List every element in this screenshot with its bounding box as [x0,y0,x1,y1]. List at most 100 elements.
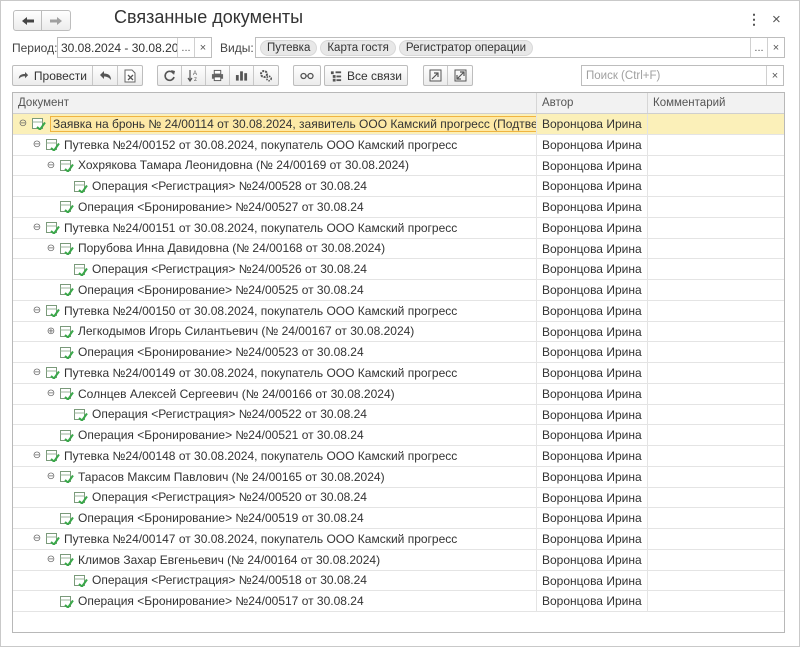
document-cell[interactable]: ⊖ Климов Захар Евгеньевич (№ 24/00164 от … [13,549,537,570]
search-clear-button[interactable]: × [766,66,783,85]
table-row[interactable]: Операция <Бронирование> №24/00525 от 30.… [13,280,784,301]
collapse-node-icon[interactable]: ⊖ [31,305,43,316]
table-row[interactable]: ⊖ Заявка на бронь № 24/00114 от 30.08.202… [13,114,784,135]
table-row[interactable]: ⊖ Тарасов Максим Павлович (№ 24/00165 от … [13,466,784,488]
document-cell[interactable]: ⊖ Путевка №24/00151 от 30.08.2024, покупа… [13,217,537,238]
period-value[interactable]: 30.08.2024 - 30.08.2024 [58,41,177,55]
close-icon[interactable]: × [772,11,781,28]
document-name[interactable]: Тарасов Максим Павлович (№ 24/00165 от 3… [78,470,385,484]
kind-tag[interactable]: Регистратор операции [398,39,534,56]
table-row[interactable]: ⊖ Климов Захар Евгеньевич (№ 24/00164 от … [13,549,784,571]
document-cell[interactable]: Операция <Бронирование> №24/00519 от 30.… [13,508,537,528]
expand-node-icon[interactable]: ⊕ [45,326,57,337]
collapse-all-button[interactable] [424,66,448,85]
table-row[interactable]: Операция <Регистрация> №24/00526 от 30.0… [13,259,784,280]
collapse-node-icon[interactable]: ⊖ [31,367,43,378]
document-cell[interactable]: Операция <Бронирование> №24/00527 от 30.… [13,197,537,217]
undo-posting-button[interactable] [93,66,118,85]
document-cell[interactable]: ⊖ Путевка №24/00149 от 30.08.2024, покупа… [13,363,537,383]
table-row[interactable]: Операция <Регистрация> №24/00518 от 30.0… [13,570,784,592]
settings-button[interactable] [254,66,278,85]
document-cell[interactable]: Операция <Регистрация> №24/00518 от 30.0… [13,570,537,591]
table-row[interactable]: Операция <Бронирование> №24/00523 от 30.… [13,342,784,363]
document-cell[interactable]: Операция <Регистрация> №24/00526 от 30.0… [13,259,537,279]
print-button[interactable] [206,66,230,85]
document-name[interactable]: Путевка №24/00147 от 30.08.2024, покупат… [64,532,457,546]
kind-tag[interactable]: Карта гостя [320,39,396,56]
period-clear-button[interactable]: × [194,38,211,57]
document-name[interactable]: Операция <Бронирование> №24/00527 от 30.… [78,200,364,214]
document-name[interactable]: Операция <Регистрация> №24/00518 от 30.0… [92,573,367,587]
document-cell[interactable]: ⊖ Путевка №24/00152 от 30.08.2024, покупа… [13,134,537,155]
collapse-node-icon[interactable]: ⊖ [17,118,29,129]
document-name[interactable]: Операция <Регистрация> №24/00528 от 30.0… [92,179,367,193]
document-name[interactable]: Путевка №24/00149 от 30.08.2024, покупат… [64,366,457,380]
document-name[interactable]: Операция <Регистрация> №24/00520 от 30.0… [92,490,367,504]
table-row[interactable]: Операция <Регистрация> №24/00522 от 30.0… [13,404,784,426]
document-cell[interactable]: Операция <Бронирование> №24/00521 от 30.… [13,425,537,445]
table-row[interactable]: Операция <Бронирование> №24/00527 от 30.… [13,197,784,218]
unpost-button[interactable] [118,66,142,85]
collapse-node-icon[interactable]: ⊖ [31,533,43,544]
table-row[interactable]: ⊖ Порубова Инна Давидовна (№ 24/00168 от … [13,238,784,260]
document-cell[interactable]: ⊖ Порубова Инна Давидовна (№ 24/00168 от … [13,238,537,259]
column-header-author[interactable]: Автор [537,93,648,113]
kinds-clear-button[interactable]: × [767,38,784,57]
document-name[interactable]: Операция <Регистрация> №24/00526 от 30.0… [92,262,367,276]
document-name[interactable]: Операция <Бронирование> №24/00519 от 30.… [78,511,364,525]
collapse-node-icon[interactable]: ⊖ [31,222,43,233]
document-cell[interactable]: ⊖ Хохрякова Тамара Леонидовна (№ 24/00169… [13,155,537,176]
document-name[interactable]: Операция <Бронирование> №24/00523 от 30.… [78,345,364,359]
more-actions-icon[interactable]: ⋮ [747,11,761,28]
table-row[interactable]: Операция <Бронирование> №24/00517 от 30.… [13,591,784,612]
period-field[interactable]: 30.08.2024 - 30.08.2024 ... × [57,37,212,58]
report-button[interactable] [230,66,254,85]
document-name[interactable]: Путевка №24/00148 от 30.08.2024, покупат… [64,449,457,463]
search-box[interactable]: × [581,65,784,86]
search-input[interactable] [582,68,766,83]
table-row[interactable]: Операция <Регистрация> №24/00528 от 30.0… [13,176,784,197]
collapse-node-icon[interactable]: ⊖ [45,554,57,565]
table-row[interactable]: ⊖ Путевка №24/00152 от 30.08.2024, покупа… [13,134,784,156]
table-row[interactable]: ⊖ Путевка №24/00150 от 30.08.2024, покупа… [13,300,784,322]
document-cell[interactable]: Операция <Регистрация> №24/00528 от 30.0… [13,176,537,196]
table-row[interactable]: Операция <Бронирование> №24/00521 от 30.… [13,425,784,446]
view-mode-button[interactable] [294,66,320,85]
table-row[interactable]: ⊖ Путевка №24/00148 от 30.08.2024, покупа… [13,446,784,467]
table-row[interactable]: ⊖ Путевка №24/00151 от 30.08.2024, покупа… [13,217,784,239]
document-name[interactable]: Операция <Регистрация> №24/00522 от 30.0… [92,407,367,421]
document-cell[interactable]: ⊖ Путевка №24/00150 от 30.08.2024, покупа… [13,300,537,321]
document-cell[interactable]: ⊖ Путевка №24/00148 от 30.08.2024, покупа… [13,446,537,466]
document-cell[interactable]: ⊖ Путевка №24/00147 от 30.08.2024, покупа… [13,529,537,549]
document-name[interactable]: Путевка №24/00150 от 30.08.2024, покупат… [64,304,457,318]
document-cell[interactable]: ⊖ Заявка на бронь № 24/00114 от 30.08.202… [13,114,537,134]
table-row[interactable]: Операция <Регистрация> №24/00520 от 30.0… [13,487,784,509]
document-cell[interactable]: Операция <Бронирование> №24/00517 от 30.… [13,591,537,611]
collapse-node-icon[interactable]: ⊖ [45,243,57,254]
period-choose-button[interactable]: ... [177,38,194,57]
document-cell[interactable]: ⊖ Солнцев Алексей Сергеевич (№ 24/00166 о… [13,383,537,404]
document-name[interactable]: Операция <Бронирование> №24/00525 от 30.… [78,283,364,297]
document-name[interactable]: Порубова Инна Давидовна (№ 24/00168 от 3… [78,241,385,255]
all-links-button[interactable]: Все связи [325,66,407,85]
forward-button[interactable] [42,10,71,31]
document-cell[interactable]: Операция <Бронирование> №24/00523 от 30.… [13,342,537,362]
table-row[interactable]: ⊖ Путевка №24/00149 от 30.08.2024, покупа… [13,363,784,384]
document-name[interactable]: Солнцев Алексей Сергеевич (№ 24/00166 от… [78,387,395,401]
table-row[interactable]: ⊕ Легкодымов Игорь Силантьевич (№ 24/0016… [13,321,784,343]
kinds-choose-button[interactable]: ... [750,38,767,57]
sort-button[interactable]: Az [182,66,206,85]
table-row[interactable]: Операция <Бронирование> №24/00519 от 30.… [13,508,784,529]
table-row[interactable]: ⊖ Солнцев Алексей Сергеевич (№ 24/00166 о… [13,383,784,405]
collapse-node-icon[interactable]: ⊖ [31,450,43,461]
document-name[interactable]: Операция <Бронирование> №24/00517 от 30.… [78,594,364,608]
document-name[interactable]: Путевка №24/00151 от 30.08.2024, покупат… [64,221,457,235]
kinds-field[interactable]: Путевка Карта гостя Регистратор операции .… [255,37,785,58]
document-name[interactable]: Климов Захар Евгеньевич (№ 24/00164 от 3… [78,553,380,567]
table-row[interactable]: ⊖ Путевка №24/00147 от 30.08.2024, покупа… [13,529,784,550]
document-cell[interactable]: ⊕ Легкодымов Игорь Силантьевич (№ 24/0016… [13,321,537,342]
collapse-node-icon[interactable]: ⊖ [45,388,57,399]
collapse-node-icon[interactable]: ⊖ [31,139,43,150]
table-row[interactable]: ⊖ Хохрякова Тамара Леонидовна (№ 24/00169… [13,155,784,177]
kind-tag[interactable]: Путевка [260,39,318,56]
